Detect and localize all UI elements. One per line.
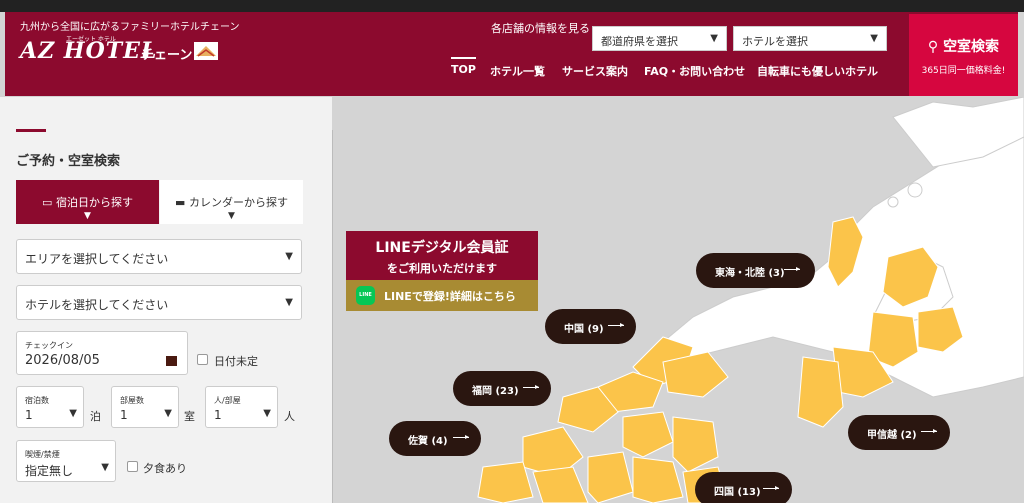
chevron-down-icon: ▼ (263, 408, 271, 419)
chevron-down-icon: ▼ (870, 33, 878, 44)
area-select-value: エリアを選択してください (25, 252, 169, 266)
banner-line3: LINEで登録!詳細はこちら (384, 290, 516, 303)
nav-service[interactable]: サービス案内 (562, 63, 628, 79)
rooms-value: 1 (120, 408, 128, 422)
people-select[interactable]: 人/部屋 1 ▼ (205, 386, 278, 428)
region-label: 四国 (13) (714, 487, 761, 498)
smoking-select[interactable]: 喫煙/禁煙 指定無し ▼ (16, 440, 116, 482)
date-undecided-checkbox[interactable] (197, 354, 208, 365)
tab-search-by-date[interactable]: ▭ 宿泊日から探す ▼ (16, 180, 159, 224)
calendar-icon[interactable] (166, 356, 177, 366)
hotel-select-booking[interactable]: ホテルを選択してください ▼ (16, 285, 302, 320)
store-info-label: 各店舗の情報を見る (491, 22, 590, 35)
hotel-select-booking-value: ホテルを選択してください (25, 298, 169, 312)
chevron-down-icon: ▼ (285, 297, 293, 308)
smoking-value: 指定無し (25, 464, 74, 478)
nav-faq[interactable]: FAQ・お問い合わせ (644, 63, 745, 79)
checkin-field[interactable]: チェックイン 2026/08/05 (16, 331, 188, 375)
nav-top[interactable]: TOP (451, 57, 476, 76)
prefecture-select-value: 都道府県を選択 (601, 35, 678, 48)
region-pill-tokai[interactable]: 東海・北陸 (3) (696, 253, 815, 288)
calendar-icon: ▬ (175, 196, 186, 209)
region-pill-saga[interactable]: 佐賀 (4) (389, 421, 481, 456)
search-button-label: 空室検索 (943, 39, 1000, 55)
region-pill-fukuoka[interactable]: 福岡 (23) (453, 371, 551, 406)
dinner-label: 夕食あり (143, 462, 187, 475)
arrow-right-icon (921, 429, 937, 433)
area-select[interactable]: エリアを選択してください ▼ (16, 239, 302, 274)
nav-hotel-list[interactable]: ホテル一覧 (490, 63, 545, 79)
arrow-right-icon (608, 323, 624, 327)
nights-value: 1 (25, 408, 33, 422)
search-button-sub: 365日同一価格料金! (921, 66, 1006, 76)
logo-chain-text: チェーン (141, 48, 193, 63)
logo-ruby: エーゼット ホテル (66, 36, 116, 43)
line-icon: LINE (356, 286, 375, 305)
region-pill-koshinetsu[interactable]: 甲信越 (2) (848, 415, 950, 450)
dinner-checkbox[interactable] (127, 461, 138, 472)
date-undecided-label: 日付未定 (214, 355, 258, 368)
search-icon: ⚲ (927, 39, 939, 55)
tab-date-label: 宿泊日から探す (55, 196, 133, 209)
region-pill-shikoku[interactable]: 四国 (13) (695, 472, 792, 503)
checkin-label: チェックイン (25, 341, 73, 350)
arrow-right-icon (523, 385, 539, 389)
smoking-label: 喫煙/禁煙 (25, 450, 60, 459)
banner-line1: LINEデジタル会員証 (375, 240, 509, 256)
chevron-down-icon: ▼ (710, 33, 718, 44)
rooms-label: 部屋数 (120, 396, 144, 405)
date-icon: ▭ (42, 196, 53, 209)
chevron-down-icon: ▼ (101, 462, 109, 473)
banner-bottom: LINE LINEで登録!詳細はこちら (346, 280, 538, 311)
region-label: 福岡 (23) (472, 386, 519, 397)
chevron-down-icon: ▼ (164, 408, 172, 419)
chevron-down-icon: ▼ (228, 211, 235, 221)
rooms-select[interactable]: 部屋数 1 ▼ (111, 386, 179, 428)
logo-bed-icon (194, 42, 218, 60)
region-pill-chugoku[interactable]: 中国 (9) (545, 309, 636, 344)
region-label: 甲信越 (2) (867, 430, 917, 441)
prefecture-select[interactable]: 都道府県を選択 ▼ (592, 26, 727, 51)
booking-title: ご予約・空室検索 (16, 154, 121, 169)
title-accent-bar (16, 129, 46, 132)
arrow-right-icon (763, 486, 779, 490)
nav-bicycle[interactable]: 自転車にも優しいホテル (757, 63, 878, 79)
arrow-right-icon (453, 435, 469, 439)
hotel-select-value: ホテルを選択 (742, 35, 808, 48)
nights-label: 宿泊数 (25, 396, 49, 405)
tab-search-by-calendar[interactable]: ▬ カレンダーから探す ▼ (160, 180, 303, 224)
people-label: 人/部屋 (214, 396, 241, 405)
region-label: 佐賀 (4) (408, 436, 448, 447)
banner-top: LINEデジタル会員証 をご利用いただけます (346, 231, 538, 280)
people-unit: 人 (284, 410, 295, 423)
rooms-unit: 室 (184, 410, 195, 423)
line-member-banner[interactable]: LINEデジタル会員証 をご利用いただけます LINE LINEで登録!詳細はこ… (346, 231, 538, 311)
chevron-down-icon: ▼ (84, 211, 91, 221)
chevron-down-icon: ▼ (69, 408, 77, 419)
people-value: 1 (214, 408, 222, 422)
tab-calendar-label: カレンダーから探す (188, 196, 288, 209)
nights-unit: 泊 (90, 410, 101, 423)
top-strip (0, 0, 1024, 12)
arrow-right-icon (784, 267, 800, 271)
header-tagline: 九州から全国に広がるファミリーホテルチェーン (20, 22, 240, 33)
nights-select[interactable]: 宿泊数 1 ▼ (16, 386, 84, 428)
hotel-select[interactable]: ホテルを選択 ▼ (733, 26, 887, 51)
region-label: 中国 (9) (564, 324, 604, 335)
checkin-value: 2026/08/05 (25, 353, 100, 368)
chevron-down-icon: ▼ (285, 251, 293, 262)
vacancy-search-button[interactable]: ⚲ 空室検索 365日同一価格料金! (909, 14, 1018, 96)
banner-line2: をご利用いただけます (387, 262, 497, 275)
region-label: 東海・北陸 (3) (715, 268, 785, 279)
